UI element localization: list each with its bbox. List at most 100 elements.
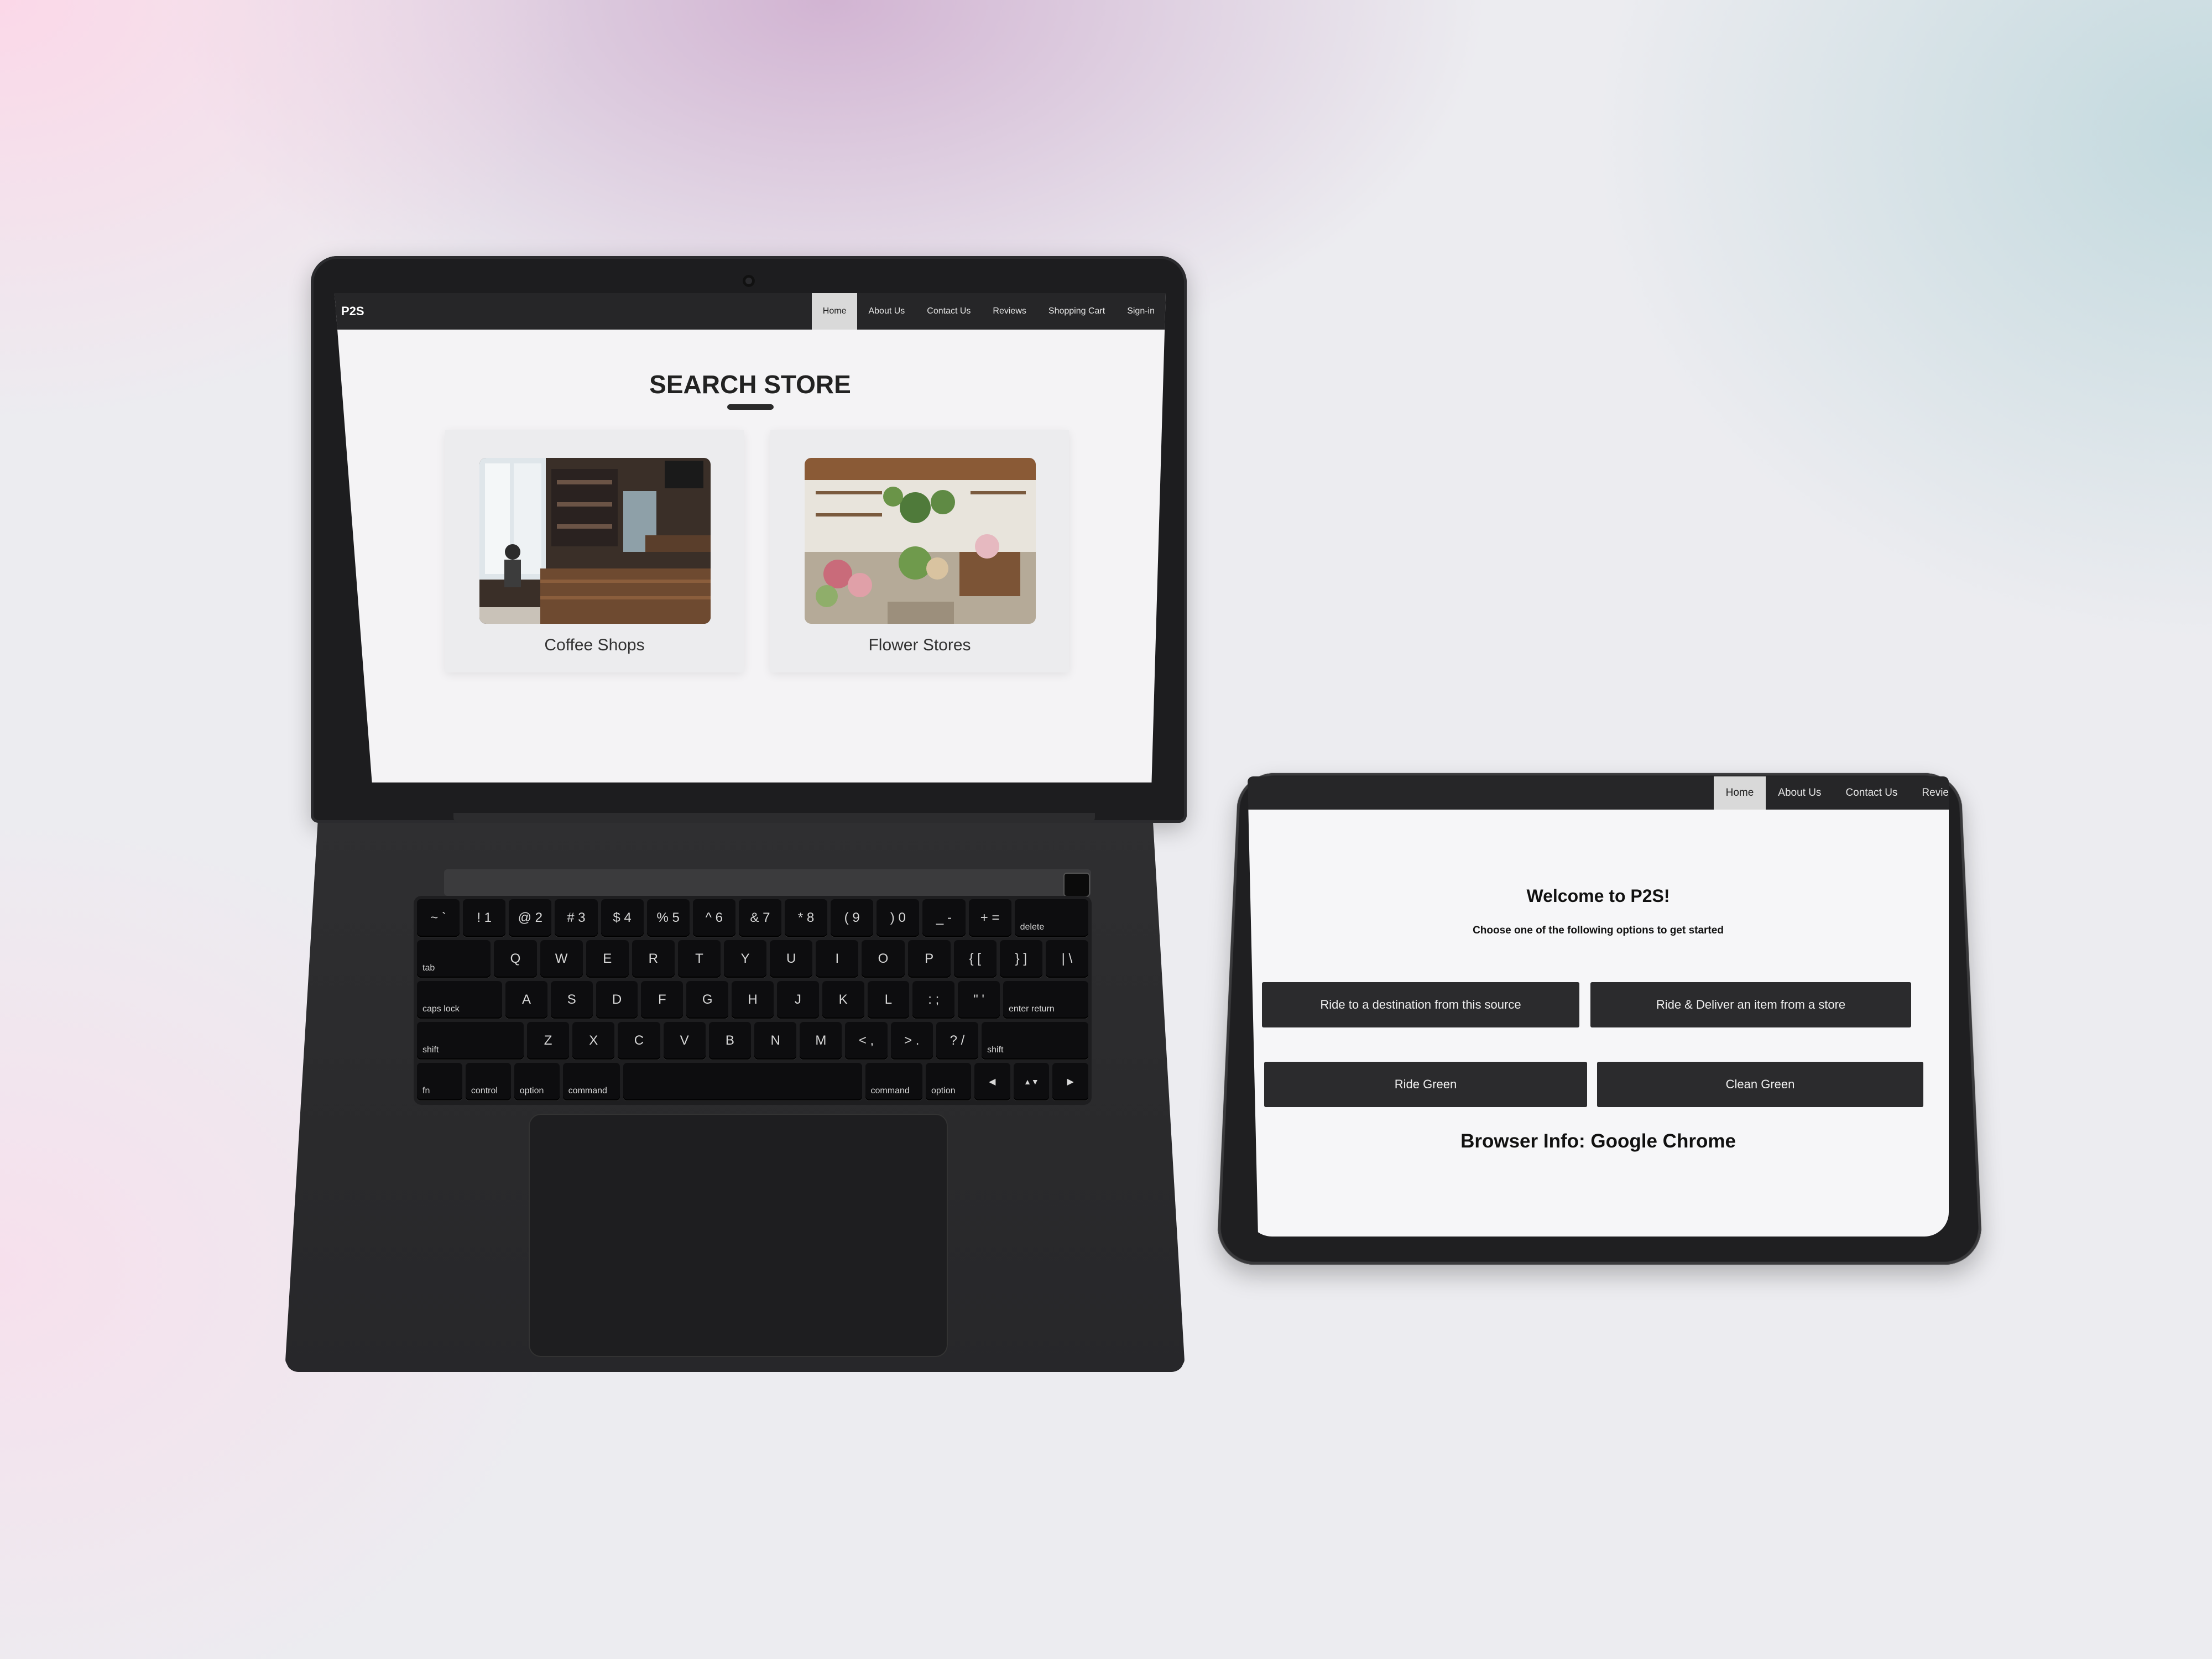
control-key[interactable]: control <box>465 1063 511 1100</box>
store-card-flower[interactable]: Flower Stores <box>770 430 1069 672</box>
ride-to-destination-button[interactable]: Ride to a destination from this source <box>1262 982 1579 1027</box>
key[interactable]: : ; <box>912 981 955 1019</box>
trackpad[interactable] <box>529 1114 948 1357</box>
key[interactable]: * 8 <box>785 899 828 937</box>
arrow-left-key[interactable]: ◀ <box>974 1063 1010 1100</box>
key[interactable]: ) 0 <box>877 899 920 937</box>
key[interactable]: ? / <box>936 1022 979 1060</box>
flower-store-photo <box>805 458 1036 624</box>
key[interactable]: M <box>800 1022 842 1060</box>
ride-deliver-button[interactable]: Ride & Deliver an item from a store <box>1590 982 1911 1027</box>
laptop-keyboard[interactable]: ~ ` ! 1 @ 2 # 3 $ 4 % 5 ^ 6 & 7 * 8 ( 9 … <box>414 896 1092 1105</box>
store-card-coffee[interactable]: Coffee Shops <box>445 430 744 672</box>
key[interactable]: > . <box>890 1022 933 1060</box>
title-underline <box>727 404 774 410</box>
key[interactable]: ^ 6 <box>692 899 735 937</box>
key[interactable]: & 7 <box>738 899 781 937</box>
key[interactable]: _ - <box>922 899 966 937</box>
key[interactable]: % 5 <box>646 899 690 937</box>
nav-contact-us[interactable]: Contact Us <box>1833 776 1910 810</box>
key[interactable]: N <box>754 1022 797 1060</box>
flower-store-image <box>805 458 1036 624</box>
tab-key[interactable]: tab <box>417 940 491 978</box>
nav-reviews[interactable]: Revie <box>1910 776 1949 810</box>
key[interactable]: O <box>862 940 905 978</box>
nav-sign-in[interactable]: Sign-in <box>1116 293 1166 330</box>
key[interactable]: | \ <box>1045 940 1089 978</box>
key[interactable]: # 3 <box>555 899 598 937</box>
key[interactable]: G <box>686 981 729 1019</box>
key[interactable]: Q <box>494 940 537 978</box>
right-shift-key[interactable]: shift <box>982 1022 1089 1060</box>
clean-green-button[interactable]: Clean Green <box>1597 1062 1923 1107</box>
card-label-flower-stores[interactable]: Flower Stores <box>770 636 1069 655</box>
tablet-screen: Home About Us Contact Us Revie Welcome t… <box>1248 776 1949 1237</box>
keyboard-row-bottom: fn control option command command option… <box>417 1063 1088 1100</box>
caps-lock-key[interactable]: caps lock <box>417 981 503 1019</box>
welcome-heading: Welcome to P2S! <box>1526 886 1670 906</box>
key[interactable]: I <box>816 940 859 978</box>
key[interactable]: C <box>618 1022 660 1060</box>
key[interactable]: + = <box>968 899 1011 937</box>
left-shift-key[interactable]: shift <box>417 1022 524 1060</box>
arrow-right-key[interactable]: ▶ <box>1052 1063 1088 1100</box>
keyboard-row-qwerty: tab Q W E R T Y U I O P { [ } ] | \ <box>417 940 1089 978</box>
key[interactable]: F <box>641 981 684 1019</box>
top-navbar: P2S Home About Us Contact Us Reviews Sho… <box>335 293 1166 330</box>
key[interactable]: U <box>770 940 813 978</box>
key[interactable]: X <box>572 1022 615 1060</box>
key[interactable]: } ] <box>999 940 1042 978</box>
brand-logo[interactable]: P2S <box>335 293 673 330</box>
delete-key[interactable]: delete <box>1014 899 1089 937</box>
key[interactable]: B <box>708 1022 752 1060</box>
key[interactable]: A <box>505 981 547 1019</box>
option-key[interactable]: option <box>925 1063 971 1100</box>
key[interactable]: Y <box>724 940 767 978</box>
key[interactable]: V <box>663 1022 706 1060</box>
nav-about-us[interactable]: About Us <box>1766 776 1833 810</box>
command-key[interactable]: command <box>562 1063 620 1100</box>
nav-shopping-cart[interactable]: Shopping Cart <box>1037 293 1116 330</box>
keyboard-row-home: caps lock A S D F G H J K L : ; " ' ente… <box>417 981 1089 1019</box>
key[interactable]: R <box>632 940 675 978</box>
browser-info: Browser Info: Google Chrome <box>1460 1130 1736 1152</box>
key[interactable]: Z <box>526 1022 570 1060</box>
key[interactable]: P <box>907 940 951 978</box>
key[interactable]: D <box>596 981 638 1019</box>
nav-home[interactable]: Home <box>811 293 858 330</box>
key[interactable]: S <box>550 981 593 1019</box>
key[interactable]: L <box>867 981 910 1019</box>
key[interactable]: H <box>732 981 774 1019</box>
arrow-up-down-key[interactable]: ▲▼ <box>1013 1063 1050 1100</box>
card-label-coffee-shops[interactable]: Coffee Shops <box>445 636 744 655</box>
key[interactable]: $ 4 <box>601 899 644 937</box>
tablet-navbar: Home About Us Contact Us Revie <box>1248 776 1949 810</box>
welcome-subtitle: Choose one of the following options to g… <box>1473 925 1724 936</box>
touch-bar[interactable] <box>444 869 1091 896</box>
key[interactable]: { [ <box>953 940 997 978</box>
key[interactable]: ~ ` <box>417 899 460 937</box>
key[interactable]: ! 1 <box>463 899 506 937</box>
nav-contact-us[interactable]: Contact Us <box>916 293 982 330</box>
key[interactable]: @ 2 <box>509 899 552 937</box>
key[interactable]: E <box>586 940 629 978</box>
coffee-shop-image <box>479 458 711 624</box>
nav-reviews[interactable]: Reviews <box>982 293 1037 330</box>
key[interactable]: " ' <box>958 981 1000 1019</box>
key[interactable]: J <box>776 981 819 1019</box>
return-key[interactable]: enter return <box>1003 981 1089 1019</box>
key[interactable]: W <box>540 940 583 978</box>
space-bar[interactable] <box>623 1063 862 1100</box>
option-key[interactable]: option <box>514 1063 560 1100</box>
touch-id-button[interactable] <box>1063 873 1090 897</box>
laptop-screen: P2S Home About Us Contact Us Reviews Sho… <box>335 293 1166 782</box>
nav-home[interactable]: Home <box>1713 776 1766 810</box>
ride-green-button[interactable]: Ride Green <box>1264 1062 1587 1107</box>
fn-key[interactable]: fn <box>417 1063 462 1100</box>
key[interactable]: < , <box>845 1022 888 1060</box>
command-key[interactable]: command <box>865 1063 922 1100</box>
key[interactable]: ( 9 <box>831 899 874 937</box>
key[interactable]: T <box>677 940 721 978</box>
nav-about-us[interactable]: About Us <box>857 293 916 330</box>
key[interactable]: K <box>822 981 864 1019</box>
